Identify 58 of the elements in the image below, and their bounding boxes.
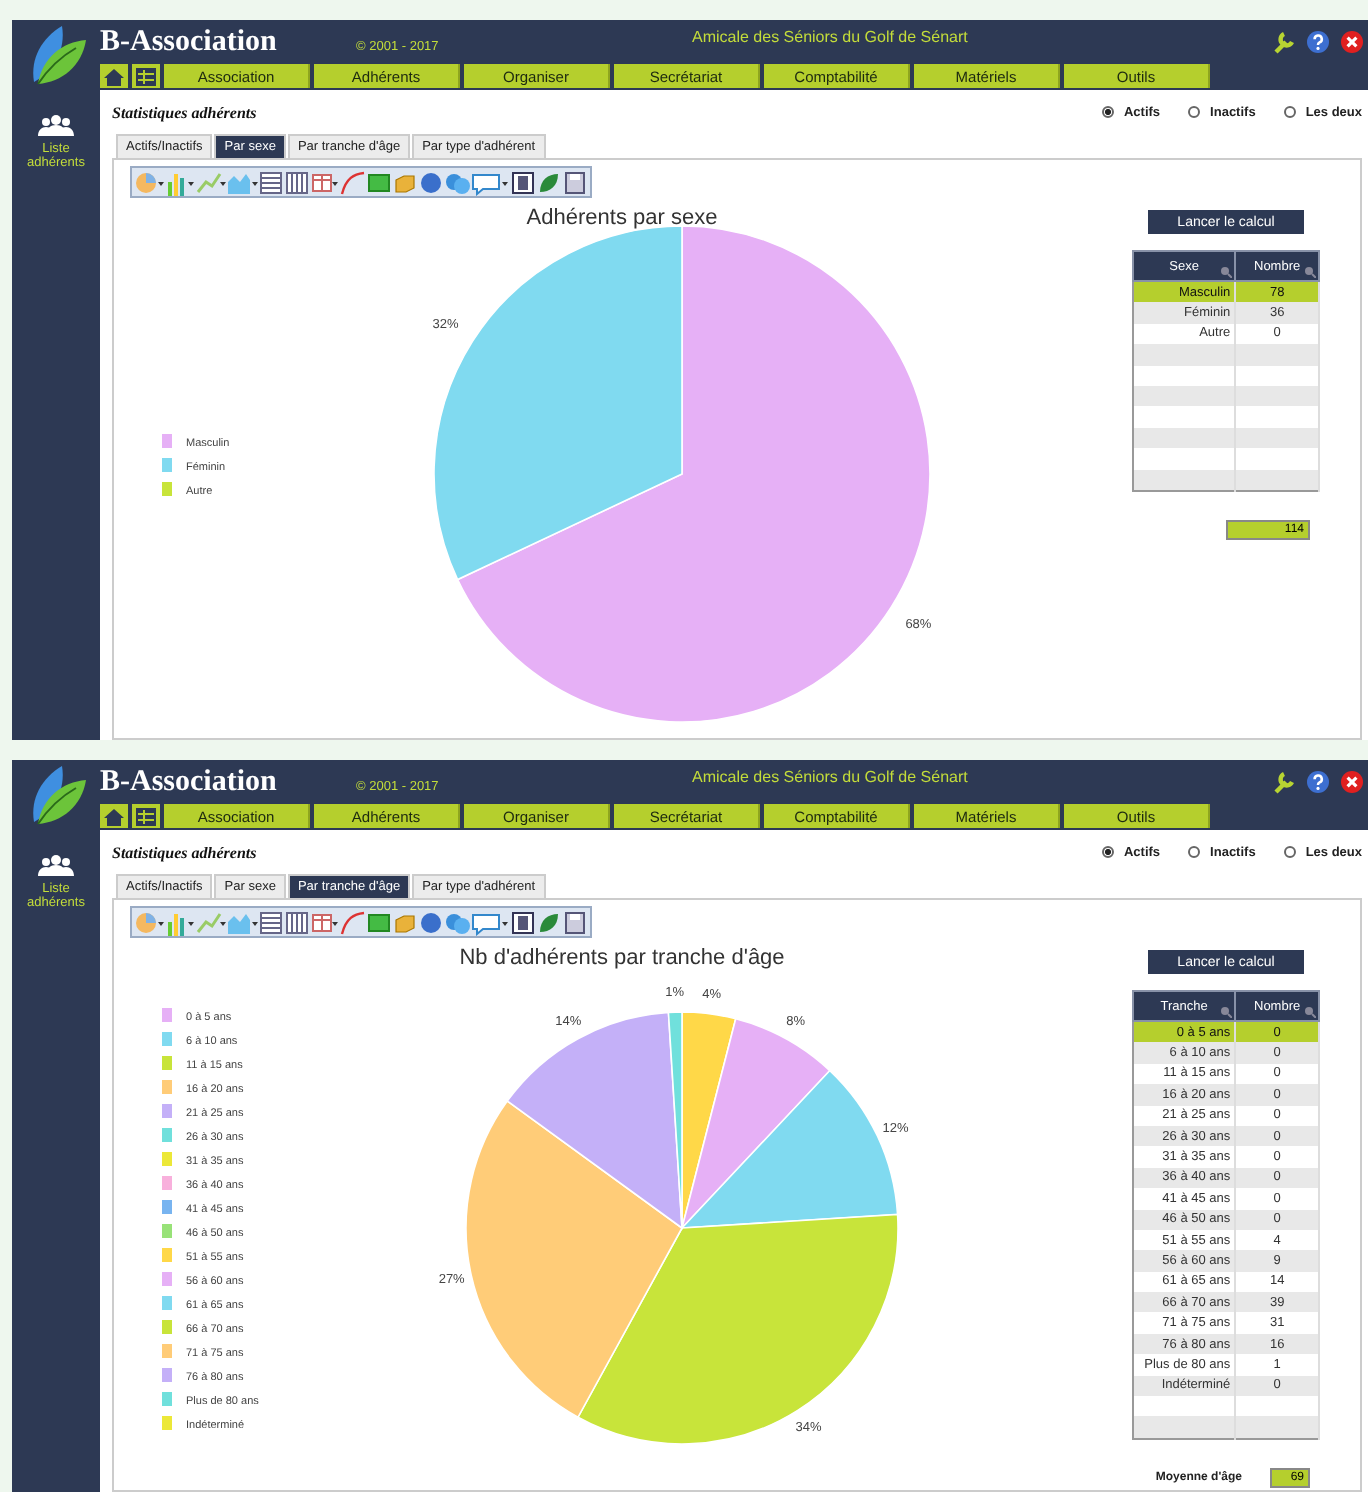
save-icon[interactable] — [562, 909, 588, 935]
organization-name: Amicale des Séniors du Golf de Sénart — [692, 767, 970, 789]
radio-button[interactable] — [1283, 846, 1296, 858]
close-icon[interactable] — [1340, 770, 1364, 794]
radio-button[interactable] — [1188, 846, 1201, 858]
bar-chart-icon[interactable] — [166, 909, 196, 935]
grid-icon — [136, 807, 156, 825]
curve-icon[interactable] — [340, 169, 366, 195]
frame-icon[interactable] — [510, 909, 536, 935]
help-icon[interactable] — [1306, 30, 1330, 54]
app-title: B-Association — [100, 765, 279, 799]
organization-name: Amicale des Séniors du Golf de Sénart — [692, 27, 970, 49]
grid-icon — [136, 67, 156, 85]
magnifier-icon[interactable] — [1220, 266, 1233, 278]
spheres-icon[interactable] — [444, 909, 470, 935]
close-icon[interactable] — [1340, 30, 1364, 54]
rectangle-icon[interactable] — [366, 909, 392, 935]
grid-button[interactable] — [132, 64, 160, 88]
save-icon[interactable] — [562, 169, 588, 195]
help-icon[interactable] — [1306, 770, 1330, 794]
page-title: Statistiques adhérents — [112, 103, 257, 121]
grid-button[interactable] — [132, 804, 160, 828]
wrench-icon[interactable] — [1272, 770, 1296, 794]
rectangle-icon[interactable] — [366, 169, 392, 195]
cube-icon[interactable] — [392, 909, 418, 935]
people-icon — [38, 854, 74, 876]
vertical-lines-icon[interactable] — [284, 909, 310, 935]
radio-button[interactable] — [1283, 106, 1296, 118]
app-title: B-Association — [100, 25, 279, 59]
radio-button[interactable] — [1188, 106, 1201, 118]
magnifier-icon[interactable] — [1304, 1006, 1316, 1018]
table-icon[interactable] — [310, 169, 340, 195]
bar-chart-icon[interactable] — [166, 169, 196, 195]
radio-button[interactable] — [1101, 846, 1114, 858]
radio-button[interactable] — [1101, 106, 1114, 118]
home-button[interactable] — [100, 804, 128, 828]
speech-bubble-icon[interactable] — [470, 169, 510, 195]
curve-icon[interactable] — [340, 909, 366, 935]
home-icon — [104, 807, 124, 825]
table-icon[interactable] — [310, 909, 340, 935]
chart-title: Adhérents par sexe — [526, 206, 718, 230]
wrench-icon[interactable] — [1272, 30, 1296, 54]
spheres-icon[interactable] — [444, 169, 470, 195]
frame-icon[interactable] — [510, 169, 536, 195]
page-title: Statistiques adhérents — [112, 843, 257, 861]
sphere-icon[interactable] — [418, 169, 444, 195]
sphere-icon[interactable] — [418, 909, 444, 935]
magnifier-icon[interactable] — [1220, 1006, 1233, 1018]
people-icon — [38, 114, 74, 136]
cube-icon[interactable] — [392, 169, 418, 195]
horizontal-lines-icon[interactable] — [258, 169, 284, 195]
horizontal-lines-icon[interactable] — [258, 909, 284, 935]
speech-bubble-icon[interactable] — [470, 909, 510, 935]
chart-title: Nb d'adhérents par tranche d'âge — [459, 946, 785, 970]
vertical-lines-icon[interactable] — [284, 169, 310, 195]
home-button[interactable] — [100, 64, 128, 88]
magnifier-icon[interactable] — [1304, 266, 1316, 278]
home-icon — [104, 67, 124, 85]
